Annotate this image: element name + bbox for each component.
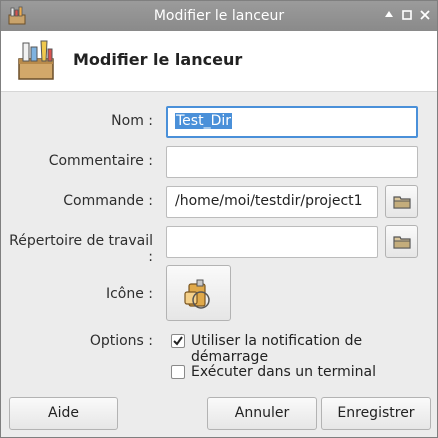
command-input[interactable]: /home/moi/testdir/project1 <box>166 186 378 218</box>
folder-icon <box>393 196 411 209</box>
folder-icon <box>393 236 411 249</box>
dialog-header: Modifier le lanceur <box>1 31 437 92</box>
icon-picker-button[interactable] <box>166 265 231 321</box>
name-input[interactable]: Test_Dir <box>166 106 418 138</box>
icon-label: Icône : <box>105 286 153 302</box>
launcher-tools-icon <box>18 40 54 80</box>
workdir-label: Répertoire de travail : <box>9 233 153 265</box>
workdir-input[interactable] <box>166 226 378 258</box>
command-label: Commande : <box>63 193 153 209</box>
edit-launcher-dialog: Modifier le lanceur Modifier le lanceur … <box>0 0 438 438</box>
dialog-heading: Modifier le lanceur <box>73 50 243 69</box>
maximize-icon[interactable] <box>400 9 414 23</box>
arrow-up-icon[interactable] <box>382 9 396 23</box>
startup-notification-checkbox[interactable] <box>171 334 185 348</box>
name-input-value: Test_Dir <box>175 113 232 129</box>
title-bar[interactable]: Modifier le lanceur <box>1 1 437 31</box>
close-icon[interactable] <box>418 9 432 23</box>
cancel-button[interactable]: Annuler <box>207 397 317 430</box>
comment-input[interactable] <box>166 146 418 178</box>
name-label: Nom : <box>111 113 153 129</box>
window-title: Modifier le lanceur <box>153 8 285 24</box>
package-icon <box>184 279 210 309</box>
checkmark-icon <box>173 336 183 346</box>
startup-notification-label[interactable]: Utiliser la notification de démarrage <box>191 333 437 365</box>
run-in-terminal-label[interactable]: Exécuter dans un terminal <box>191 364 376 380</box>
options-label: Options : <box>89 333 153 349</box>
comment-label: Commentaire : <box>48 153 153 169</box>
save-button[interactable]: Enregistrer <box>321 397 431 430</box>
run-in-terminal-checkbox[interactable] <box>171 365 185 379</box>
help-button[interactable]: Aide <box>9 397 118 430</box>
command-browse-button[interactable] <box>385 185 418 218</box>
workdir-browse-button[interactable] <box>385 225 418 258</box>
